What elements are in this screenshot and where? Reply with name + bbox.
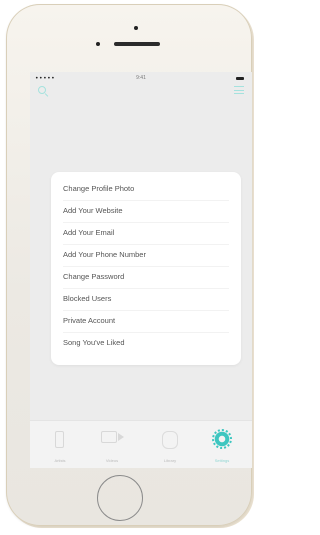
tab-label: Library xyxy=(163,458,177,463)
battery-icon xyxy=(236,77,244,80)
home-button[interactable] xyxy=(97,475,143,521)
menu-item-add-website[interactable]: Add Your Website xyxy=(63,200,229,223)
tab-label: Artists xyxy=(54,458,66,463)
video-lens-icon xyxy=(118,433,124,441)
menu-item-songs-liked[interactable]: Song You've Liked xyxy=(63,332,229,354)
status-bar: ••••• 9:41 xyxy=(30,72,252,84)
library-icon xyxy=(162,431,178,449)
menu-item-blocked-users[interactable]: Blocked Users xyxy=(63,288,229,311)
tab-artists[interactable]: Artists xyxy=(38,421,82,468)
earpiece-speaker xyxy=(114,42,160,46)
tab-label: Settings xyxy=(214,458,230,463)
video-icon xyxy=(101,431,117,443)
tab-settings[interactable]: Settings xyxy=(200,421,244,468)
menu-item-add-phone-number[interactable]: Add Your Phone Number xyxy=(63,244,229,267)
camera-dot xyxy=(134,26,138,30)
front-camera xyxy=(96,42,100,46)
tab-videos[interactable]: Videos xyxy=(90,421,134,468)
menu-item-change-password[interactable]: Change Password xyxy=(63,266,229,289)
app-screen: ••••• 9:41 Change Profile Photo Add Your… xyxy=(30,72,252,468)
menu-item-private-account[interactable]: Private Account xyxy=(63,310,229,333)
music-icon xyxy=(55,431,64,448)
search-icon[interactable] xyxy=(38,86,46,94)
status-time: 9:41 xyxy=(136,75,146,81)
tab-label: Videos xyxy=(105,458,119,463)
menu-item-change-profile-photo[interactable]: Change Profile Photo xyxy=(63,178,229,201)
tab-library[interactable]: Library xyxy=(148,421,192,468)
gear-icon xyxy=(212,429,232,449)
settings-menu-card: Change Profile Photo Add Your Website Ad… xyxy=(51,172,241,365)
tab-bar: Artists Videos Library Settings xyxy=(30,420,252,468)
hamburger-icon[interactable] xyxy=(234,86,244,94)
menu-item-add-email[interactable]: Add Your Email xyxy=(63,222,229,245)
